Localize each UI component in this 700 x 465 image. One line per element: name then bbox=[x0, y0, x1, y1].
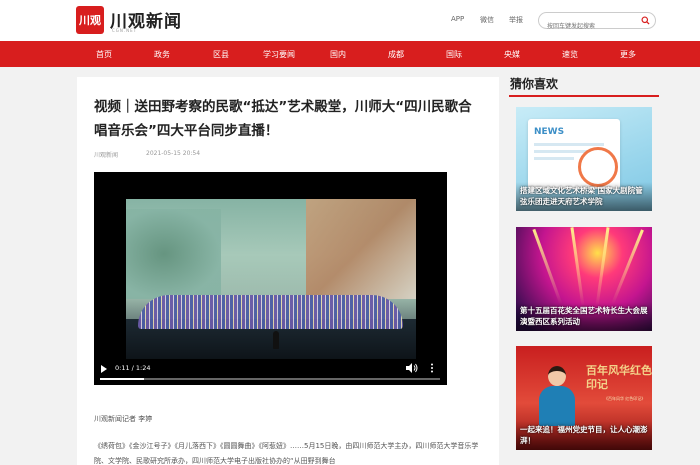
play-icon[interactable] bbox=[101, 365, 107, 373]
video-progress-bar[interactable] bbox=[100, 378, 440, 380]
sidebar-divider bbox=[509, 95, 659, 97]
video-controls: 0:11 / 1:24 bbox=[94, 357, 447, 385]
article-title: 视频｜送田野考察的民歌“抵达”艺术殿堂，川师大“四川民歌合唱音乐会”四大平台同步… bbox=[94, 99, 472, 139]
card-caption: 一起来追！福州党史节目，让人心潮澎湃！ bbox=[516, 421, 652, 450]
nav-item-quick-view[interactable]: 速览 bbox=[562, 49, 578, 60]
video-frame bbox=[126, 199, 416, 359]
video-time: 0:11 / 1:24 bbox=[115, 364, 151, 372]
article-source[interactable]: 川观新闻 bbox=[94, 150, 118, 159]
magnifier-icon bbox=[578, 147, 618, 187]
nav-item-politics[interactable]: 政务 bbox=[154, 49, 170, 60]
host-image bbox=[536, 366, 578, 426]
more-options-icon[interactable] bbox=[430, 363, 434, 373]
sidebar-title: 猜你喜欢 bbox=[510, 77, 559, 91]
recommend-card[interactable]: 百年风华红色印记 《百年风华 红色印记》 一起来追！福州党史节目，让人心潮澎湃！ bbox=[516, 346, 652, 450]
video-progress-fill bbox=[100, 378, 145, 380]
logo-subtitle: CGN.NET bbox=[112, 28, 138, 33]
search-box bbox=[538, 12, 656, 34]
card-caption: 搭建区域文化艺术桥梁 国家大剧院管弦乐团走进天府艺术学院 bbox=[516, 182, 652, 211]
news-badge: NEWS bbox=[534, 127, 565, 137]
search-icon[interactable] bbox=[641, 16, 650, 25]
nav-item-chengdu[interactable]: 成都 bbox=[388, 49, 404, 60]
nav-item-study[interactable]: 学习要闻 bbox=[263, 49, 295, 60]
choir-image bbox=[138, 295, 403, 329]
main-nav: 首页 政务 区县 学习要闻 国内 成都 国际 央媒 速览 更多 bbox=[0, 41, 700, 67]
report-link[interactable]: 举报 bbox=[509, 15, 523, 25]
nav-item-home[interactable]: 首页 bbox=[96, 49, 112, 60]
article-body: 《绣荷包》《金沙江号子》《月儿落西下》《圆圆舞曲》《阿惹妞》……5月15日晚，由… bbox=[94, 442, 479, 465]
article-panel: 视频｜送田野考察的民歌“抵达”艺术殿堂，川师大“四川民歌合唱音乐会”四大平台同步… bbox=[77, 77, 499, 465]
site-header: 川观 川观新闻 CGN.NET APP 微信 举报 bbox=[0, 0, 700, 41]
volume-icon[interactable] bbox=[406, 363, 418, 373]
logo-mark[interactable]: 川观 bbox=[76, 6, 104, 34]
article-time: 2021-05-15 20:54 bbox=[146, 150, 201, 157]
nav-item-counties[interactable]: 区县 bbox=[213, 49, 229, 60]
nav-item-domestic[interactable]: 国内 bbox=[330, 49, 346, 60]
recommend-card[interactable]: NEWS 搭建区域文化艺术桥梁 国家大剧院管弦乐团走进天府艺术学院 bbox=[516, 107, 652, 211]
article-reporter: 川观新闻记者 李婷 bbox=[94, 415, 153, 423]
card-overlay-subtitle: 《百年风华 红色印记》 bbox=[604, 396, 646, 401]
conductor-image bbox=[273, 331, 279, 349]
search-input[interactable] bbox=[539, 19, 634, 34]
card-caption: 第十五届百花奖全国艺术特长生大会展演暨西区系列活动 bbox=[516, 302, 652, 331]
wechat-link[interactable]: 微信 bbox=[480, 15, 494, 25]
app-link[interactable]: APP bbox=[451, 15, 464, 23]
nav-item-international[interactable]: 国际 bbox=[446, 49, 462, 60]
recommend-sidebar: 猜你喜欢 NEWS 搭建区域文化艺术桥梁 国家大剧院管弦乐团走进天府艺术学院 第… bbox=[509, 70, 700, 465]
card-overlay-title: 百年风华红色印记 bbox=[586, 364, 652, 391]
nav-item-more[interactable]: 更多 bbox=[620, 49, 636, 60]
video-player[interactable]: 0:11 / 1:24 bbox=[94, 172, 447, 385]
recommend-card[interactable]: 第十五届百花奖全国艺术特长生大会展演暨西区系列活动 bbox=[516, 227, 652, 331]
nav-item-central-media[interactable]: 央媒 bbox=[504, 49, 520, 60]
